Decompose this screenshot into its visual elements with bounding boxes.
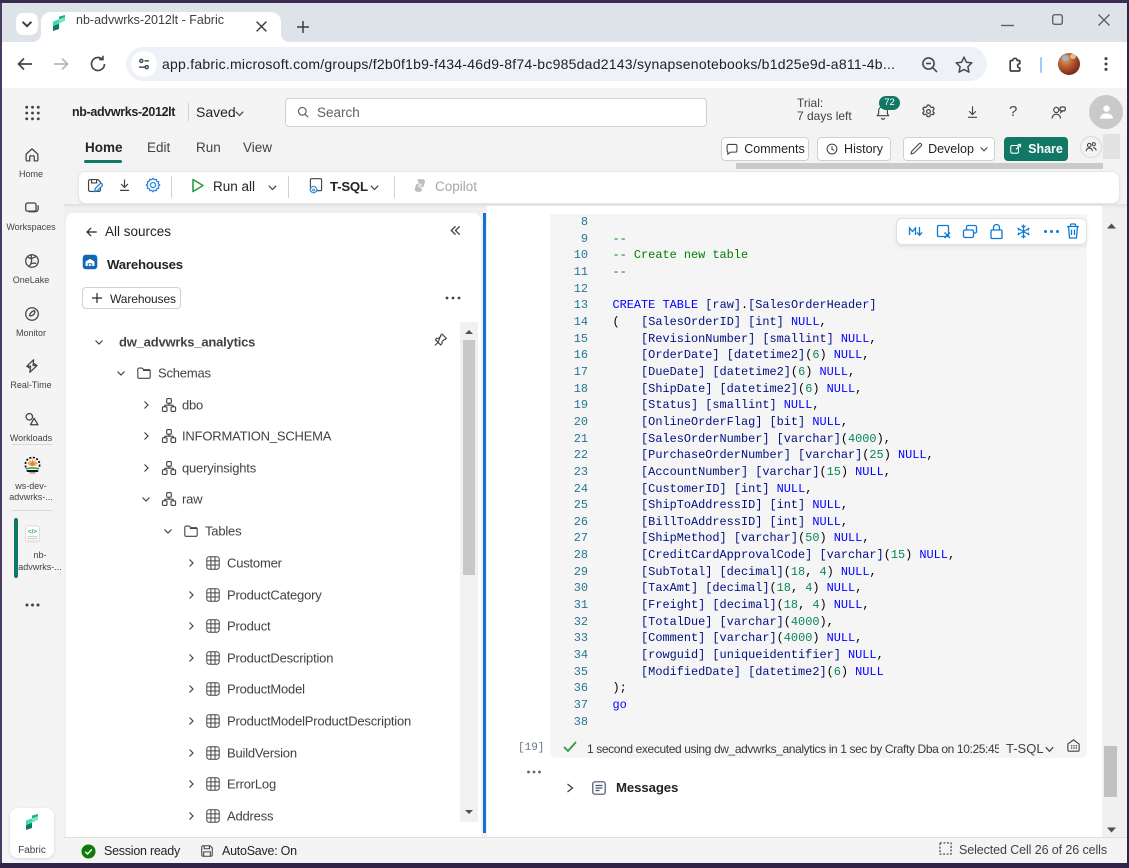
svg-text:</>: </> [28, 528, 37, 535]
